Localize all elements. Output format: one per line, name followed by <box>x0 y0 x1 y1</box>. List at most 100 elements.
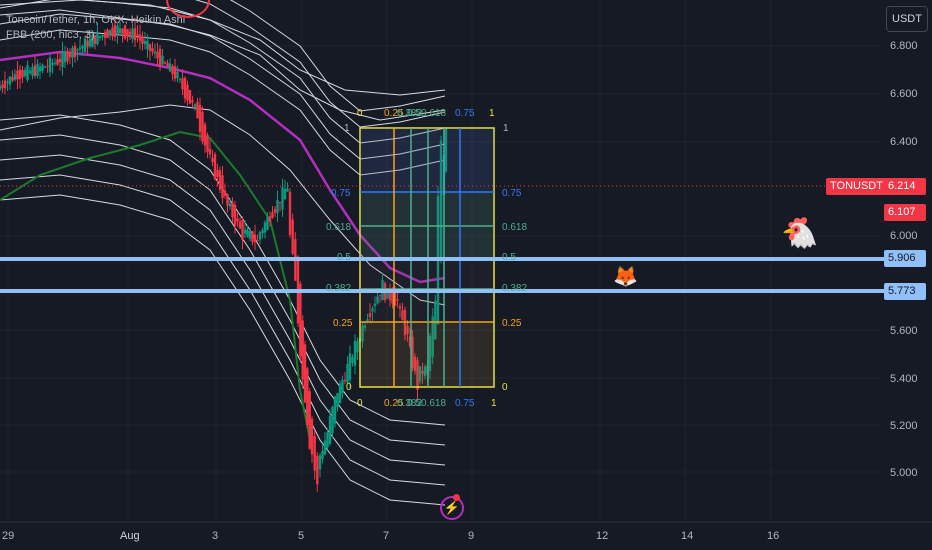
candle-body <box>286 188 289 192</box>
price-tick: 6.600 <box>890 88 918 100</box>
candle-body <box>268 216 272 222</box>
time-tick: Aug <box>120 530 140 542</box>
candle-body <box>221 175 224 199</box>
candle-body <box>288 191 292 235</box>
fib-right-label: 1 <box>503 123 509 134</box>
lightning-alert-icon[interactable]: ⚡ <box>440 496 464 520</box>
candle-body <box>131 28 134 39</box>
candle-body <box>308 391 311 449</box>
time-tick: 3 <box>212 530 219 542</box>
fib-left-label: 0.5 <box>337 252 351 263</box>
fib-left-label: 1 <box>344 123 350 134</box>
time-tick: 5 <box>298 530 305 542</box>
candle-body <box>271 212 274 218</box>
candle-body <box>31 66 34 76</box>
candle-body <box>226 194 229 206</box>
candle-body <box>168 63 172 72</box>
candle-body <box>61 50 64 68</box>
symbol-title[interactable]: Toncoin/Tether, 1h, OKX, Heikin Ashi <box>6 14 185 26</box>
candle-body <box>156 51 159 59</box>
chart-canvas[interactable] <box>0 0 932 550</box>
candle-body <box>38 66 42 72</box>
horizontal-line-label-upper[interactable]: 5.906 <box>884 250 926 267</box>
horizontal-line-label-lower[interactable]: 5.773 <box>884 283 926 300</box>
fib-time-top-label: 1 <box>489 108 495 119</box>
candle-body <box>303 344 307 403</box>
candle-body <box>301 320 304 380</box>
fib-left-label: 0.25 <box>333 318 353 329</box>
fib-time-bottom-label: 0.75 <box>455 398 475 409</box>
candle-body <box>11 76 14 81</box>
candle-body <box>13 74 17 80</box>
time-tick: 14 <box>681 530 694 542</box>
candle-body <box>211 157 214 163</box>
candle-body <box>48 57 52 73</box>
candle-body <box>96 31 99 45</box>
candle-body <box>278 202 282 204</box>
candle-body <box>43 66 47 68</box>
candle-body <box>111 27 114 37</box>
candle-body <box>98 36 102 38</box>
fox-icon[interactable]: 🦊 <box>613 264 638 289</box>
candle-body <box>183 77 187 99</box>
fib-right-label: 0.25 <box>502 318 522 329</box>
candle-body <box>333 396 337 424</box>
candle-body <box>6 81 9 84</box>
candle-body <box>21 70 24 78</box>
candle-body <box>166 62 169 68</box>
candle-body <box>46 65 49 67</box>
candle-body <box>81 45 84 49</box>
candle-body <box>68 52 72 57</box>
fib-time-top-label: 0 <box>357 108 363 119</box>
fib-right-label: 0.618 <box>502 222 528 233</box>
candle-body <box>3 80 7 89</box>
candle-body <box>118 28 122 34</box>
candle-body <box>53 62 57 64</box>
candle-body <box>123 25 127 39</box>
fib-left-label: 0.382 <box>326 283 352 294</box>
candle-body <box>348 353 352 380</box>
tradingview-chart[interactable]: Toncoin/Tether, 1h, OKX, Heikin Ashi FBB… <box>0 0 932 550</box>
candle-body <box>106 29 109 39</box>
candle-body <box>116 25 119 35</box>
candle-body <box>148 44 152 51</box>
fib-left-label: 0 <box>346 382 352 393</box>
band-line <box>0 9 446 121</box>
price-tick: 5.000 <box>890 467 918 479</box>
candle-body <box>216 169 219 177</box>
candle-body <box>299 283 302 357</box>
lower-band-green <box>0 130 311 441</box>
candle-body <box>266 216 269 230</box>
candle-body <box>141 36 144 44</box>
fib-zone <box>360 322 494 387</box>
candle-body <box>161 55 164 65</box>
candle-body <box>76 49 79 51</box>
price-tick: 6.800 <box>890 40 918 52</box>
candle-body <box>231 202 234 218</box>
chicken-icon[interactable]: 🐔 <box>781 216 818 251</box>
currency-button[interactable]: USDT <box>886 6 928 32</box>
price-tick: 6.400 <box>890 136 918 148</box>
fib-time-bottom-label: 0.618 <box>421 398 447 409</box>
fib-time-bottom-label: 0 <box>357 398 363 409</box>
candle-body <box>241 219 244 241</box>
candle-body <box>18 69 22 80</box>
candle-body <box>258 232 262 240</box>
symbol-price-label: TONUSDT <box>826 178 887 195</box>
candle-body <box>206 134 209 152</box>
candle-body <box>193 104 197 107</box>
time-tick: 12 <box>596 530 609 542</box>
candle-body <box>201 111 204 142</box>
candle-body <box>356 341 359 353</box>
candle-body <box>126 29 129 36</box>
candle-body <box>1 84 4 88</box>
candle-body <box>343 379 347 381</box>
indicator-legend[interactable]: FBB (200, hlc3, 3) <box>6 29 95 41</box>
fib-zone <box>360 192 494 258</box>
candle-body <box>283 189 287 200</box>
candle-body <box>71 48 74 58</box>
candle-body <box>196 101 199 119</box>
candle-body <box>108 30 112 36</box>
candle-body <box>321 450 324 460</box>
candle-body <box>151 48 154 52</box>
